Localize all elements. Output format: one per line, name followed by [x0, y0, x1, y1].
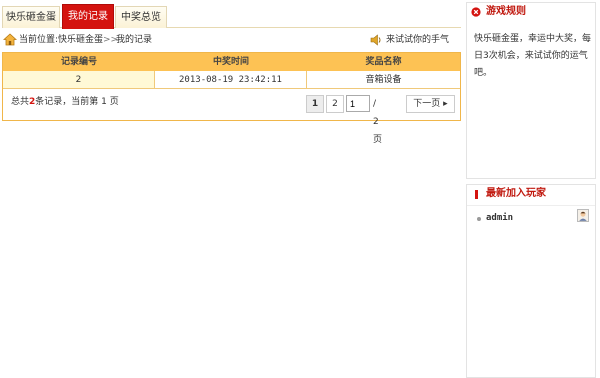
game-rules-panel: 游戏规则 快乐砸金蛋，幸运中大奖，每日3次机会，来试试你的运气吧。	[466, 2, 596, 179]
tab-winners-overview[interactable]: 中奖总览	[115, 6, 167, 28]
page-total: / 2 页	[373, 99, 383, 145]
new-players-panel: 最新加入玩家 admin	[466, 184, 596, 378]
summary-suffix: 条记录，当前第 1 页	[35, 97, 119, 107]
breadcrumb-current: 我的记录	[116, 35, 153, 45]
bullet-icon	[477, 217, 481, 221]
cell-win-time: 2013-08-19 23:42:11	[155, 71, 307, 89]
speaker-icon	[370, 34, 381, 46]
avatar[interactable]	[577, 209, 589, 222]
cell-prize-name: 音箱设备	[307, 71, 460, 89]
column-win-time: 中奖时间	[212, 57, 249, 67]
breadcrumb-location[interactable]: 当前位置:快乐砸金蛋	[19, 30, 103, 50]
table-row: 2 2013-08-19 23:42:11 音箱设备	[3, 71, 460, 89]
column-record-id: 记录编号	[60, 57, 97, 67]
summary-prefix: 总共	[11, 97, 30, 107]
rules-text: 快乐砸金蛋，幸运中大奖，每日3次机会，来试试你的运气吧。	[474, 34, 592, 78]
table-header: 记录编号 中奖时间 奖品名称	[3, 53, 460, 71]
record-summary: 总共2条记录，当前第 1 页	[11, 95, 119, 109]
rules-title: 游戏规则	[486, 6, 526, 17]
records-table: 记录编号 中奖时间 奖品名称 2 2013-08-19 23:42:11 音箱设…	[2, 52, 461, 145]
tab-smash-egg[interactable]: 快乐砸金蛋	[2, 6, 60, 28]
players-title: 最新加入玩家	[486, 188, 546, 199]
next-page-button[interactable]: 下一页 ▸	[406, 95, 455, 113]
panel-divider	[467, 205, 595, 206]
tab-bar: 快乐砸金蛋 我的记录 中奖总览	[2, 4, 461, 29]
player-name[interactable]: admin	[486, 213, 513, 223]
cell-record-id: 2	[3, 71, 155, 89]
column-prize-name: 奖品名称	[365, 57, 402, 67]
page-1-button[interactable]: 1	[306, 95, 324, 113]
page-number-input[interactable]	[346, 95, 370, 112]
page-2-button[interactable]: 2	[326, 95, 344, 113]
tab-my-records[interactable]: 我的记录	[62, 4, 114, 29]
breadcrumb: 当前位置:快乐砸金蛋 >> 我的记录 来试试你的手气吧!	[2, 30, 461, 65]
home-icon	[3, 33, 17, 46]
